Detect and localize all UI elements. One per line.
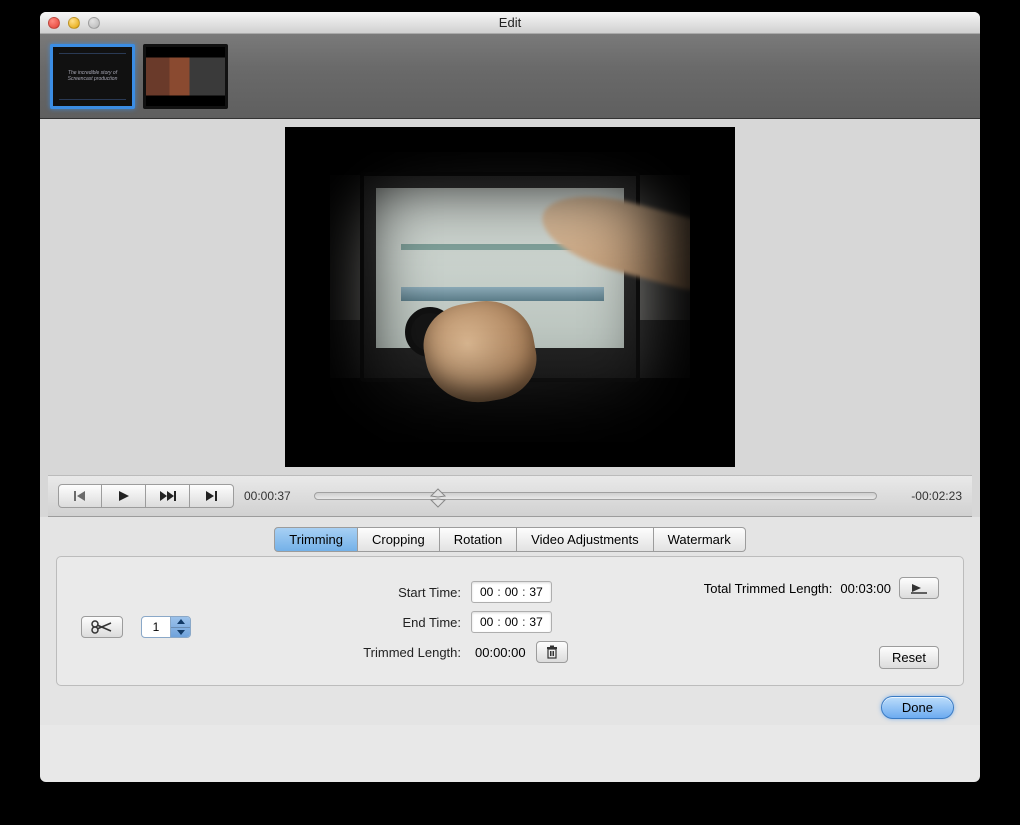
editor-tabs: Trimming Cropping Rotation Video Adjustm… [48,527,972,552]
end-time-input[interactable]: 00: 00: 37 [471,611,552,633]
next-frame-button[interactable] [146,484,190,508]
titlebar: Edit [40,12,980,34]
dialog-footer: Done [48,686,972,719]
start-time-input[interactable]: 00: 00: 37 [471,581,552,603]
clip-thumbnail-1[interactable]: The incredible story of Screencast produ… [50,44,135,109]
done-button[interactable]: Done [881,696,954,719]
start-ss: 37 [529,585,542,599]
skip-back-icon [73,490,87,502]
scissors-icon [91,620,113,634]
clip-thumbnail-2-preview [146,47,225,106]
trimmed-length-value: 00:00:00 [471,645,526,660]
segment-stepper[interactable]: 1 [141,616,191,638]
reset-button[interactable]: Reset [879,646,939,669]
start-mm: 00 [505,585,518,599]
next-frame-icon [159,490,177,502]
editor-tabs-panel: Trimming Cropping Rotation Video Adjustm… [40,517,980,725]
timeline-slider[interactable] [314,492,877,500]
current-time-label: 00:00:37 [244,489,304,503]
tab-rotation[interactable]: Rotation [440,527,517,552]
end-time-label: End Time: [311,615,471,630]
play-button[interactable] [102,484,146,508]
start-hh: 00 [480,585,493,599]
playback-controls: 00:00:37 -00:02:23 [48,475,972,517]
total-length-group: Total Trimmed Length: 00:03:00 [704,577,939,599]
play-preview-icon [909,582,929,594]
clip-thumbnail-1-preview: The incredible story of Screencast produ… [59,53,126,100]
trimming-panel: 1 Start Time: 00: 00: 37 [56,556,964,686]
prev-frame-button[interactable] [58,484,102,508]
minimize-window-button[interactable] [68,17,80,29]
clip-thumbnail-strip: The incredible story of Screencast produ… [40,34,980,119]
trimmed-length-label: Trimmed Length: [311,645,471,660]
tab-watermark[interactable]: Watermark [654,527,746,552]
end-ss: 37 [529,615,542,629]
video-preview-frame [285,127,735,467]
segment-stepper-up[interactable] [171,617,190,628]
edit-window: Edit The incredible story of Screencast … [40,12,980,782]
timeline-playhead[interactable] [427,487,449,509]
end-hh: 00 [480,615,493,629]
preview-trim-button[interactable] [899,577,939,599]
zoom-window-button [88,17,100,29]
skip-end-button[interactable] [190,484,234,508]
tab-cropping[interactable]: Cropping [358,527,440,552]
remaining-time-label: -00:02:23 [887,489,962,503]
segment-stepper-value: 1 [142,617,170,637]
tab-trimming[interactable]: Trimming [274,527,358,552]
window-controls [40,17,100,29]
video-preview-area: 00:00:37 -00:02:23 [40,119,980,517]
tab-video-adjustments[interactable]: Video Adjustments [517,527,653,552]
window-title: Edit [40,15,980,30]
end-mm: 00 [505,615,518,629]
play-icon [118,490,130,502]
delete-segment-button[interactable] [536,641,568,663]
close-window-button[interactable] [48,17,60,29]
trash-icon [545,645,559,659]
start-time-label: Start Time: [311,585,471,600]
clip-thumbnail-2[interactable] [143,44,228,109]
video-preview-content [330,152,690,442]
total-trimmed-length-value: 00:03:00 [840,581,891,596]
segment-stepper-down[interactable] [171,628,190,638]
total-trimmed-length-label: Total Trimmed Length: [704,581,833,596]
add-trim-segment-button[interactable] [81,616,123,638]
transport-buttons [58,484,234,508]
skip-forward-icon [205,490,219,502]
